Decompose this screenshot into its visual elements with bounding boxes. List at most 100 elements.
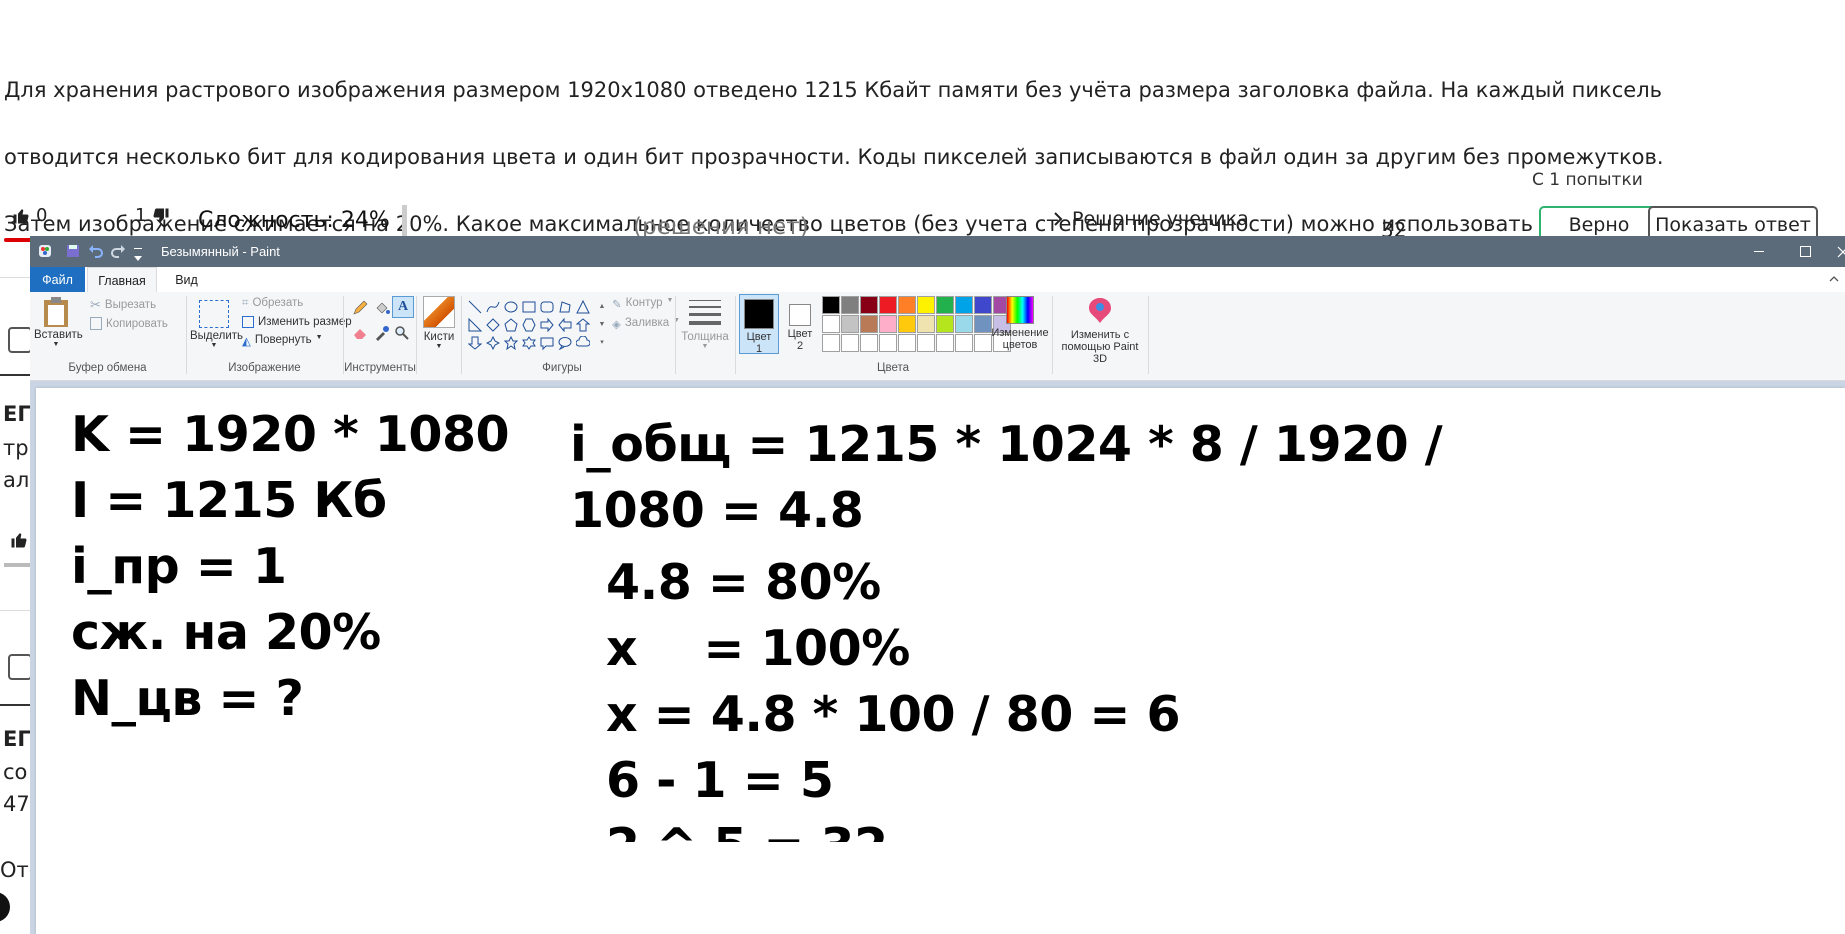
shapes-gallery[interactable]	[466, 298, 596, 354]
paste-button[interactable]: Вставить ▼	[34, 294, 83, 356]
star-five-shape-icon[interactable]	[502, 334, 520, 352]
dislike-button[interactable]: 1	[135, 205, 170, 226]
fill-icon: ◈	[612, 319, 621, 331]
copy-button[interactable]: Копировать	[90, 317, 168, 330]
solution-line-7: 2 ^ 5 = 32	[606, 818, 888, 842]
resize-button[interactable]: Изменить размер	[242, 316, 352, 328]
callout-cloud-shape-icon[interactable]	[574, 334, 592, 352]
palette-swatch[interactable]	[898, 334, 916, 352]
palette-swatch[interactable]	[860, 334, 878, 352]
arrow-up-shape-icon[interactable]	[574, 316, 592, 334]
redo-icon[interactable]	[110, 243, 126, 262]
tab-view[interactable]: Вид	[164, 267, 209, 292]
rotate-button[interactable]: ◭ Повернуть ▼	[242, 334, 323, 348]
eyedropper-icon	[376, 326, 389, 341]
arrow-left-shape-icon[interactable]	[556, 316, 574, 334]
close-button[interactable]	[1828, 236, 1845, 267]
bg-text-co: со	[3, 760, 28, 784]
curve-shape-icon[interactable]	[484, 298, 502, 316]
triangle-shape-icon[interactable]	[574, 298, 592, 316]
text-icon: A	[397, 299, 409, 314]
eraser-tool[interactable]	[352, 326, 368, 343]
palette-swatch[interactable]	[936, 296, 954, 314]
outline-button[interactable]: ✎ Контур ▼	[612, 297, 673, 311]
star-four-shape-icon[interactable]	[484, 334, 502, 352]
palette-swatch[interactable]	[917, 296, 935, 314]
palette-swatch[interactable]	[955, 296, 973, 314]
palette-swatch[interactable]	[860, 315, 878, 333]
minimize-button[interactable]	[1736, 236, 1782, 267]
magnifier-tool[interactable]	[394, 325, 410, 344]
shapes-scroll[interactable]: ▲ ▼ ▾	[597, 298, 607, 354]
copy-icon	[90, 317, 102, 330]
ribbon-collapse-icon[interactable]	[1828, 273, 1840, 287]
rotate-label: Повернуть	[254, 334, 312, 346]
callout-rect-shape-icon[interactable]	[538, 334, 556, 352]
oval-shape-icon[interactable]	[502, 298, 520, 316]
palette-swatch[interactable]	[936, 315, 954, 333]
brushes-button[interactable]: Кисти ▼	[420, 296, 458, 350]
drawing-canvas[interactable]: K = 1920 * 1080 I = 1215 Кб i_пр = 1 сж.…	[36, 388, 1845, 934]
text-tool[interactable]: A	[392, 296, 414, 318]
arrow-down-shape-icon[interactable]	[466, 334, 484, 352]
rounded-rectangle-shape-icon[interactable]	[538, 298, 556, 316]
crop-label: Обрезать	[252, 297, 304, 309]
bg-checkbox-2[interactable]	[8, 654, 30, 680]
palette-swatch[interactable]	[841, 334, 859, 352]
edit-colors-button[interactable]: Изменение цветов	[988, 296, 1052, 351]
palette-swatch[interactable]	[841, 315, 859, 333]
given-i: I = 1215 Кб	[71, 472, 387, 529]
brush-icon	[423, 296, 455, 328]
select-button[interactable]: Выделить ▼	[190, 296, 243, 349]
color1-button[interactable]: Цвет 1	[739, 294, 779, 355]
line-shape-icon[interactable]	[466, 298, 484, 316]
thickness-button[interactable]: Толщина ▼	[680, 296, 730, 350]
palette-swatch[interactable]	[841, 296, 859, 314]
bg-round-button[interactable]	[0, 892, 10, 922]
palette-swatch[interactable]	[860, 296, 878, 314]
fill-button[interactable]: ◈ Заливка ▼	[612, 317, 680, 331]
star-six-shape-icon[interactable]	[520, 334, 538, 352]
right-triangle-shape-icon[interactable]	[466, 316, 484, 334]
hexagon-shape-icon[interactable]	[520, 316, 538, 334]
callout-oval-shape-icon[interactable]	[556, 334, 574, 352]
paint3d-button[interactable]: Изменить с помощью Paint 3D	[1054, 296, 1146, 365]
student-solution-toggle[interactable]: Решение ученика	[1052, 208, 1249, 230]
color2-button[interactable]: Цвет 2	[782, 294, 818, 354]
quick-access-dropdown-icon[interactable]	[134, 248, 142, 261]
copy-label: Копировать	[106, 317, 168, 330]
cut-button[interactable]: ✂ Вырезать	[90, 297, 156, 313]
color-picker-tool[interactable]	[374, 325, 390, 344]
palette-swatch[interactable]	[917, 334, 935, 352]
palette-swatch[interactable]	[898, 296, 916, 314]
palette-swatch[interactable]	[822, 315, 840, 333]
polygon-shape-icon[interactable]	[556, 298, 574, 316]
maximize-button[interactable]	[1782, 236, 1828, 267]
save-icon[interactable]	[66, 244, 80, 261]
pentagon-shape-icon[interactable]	[502, 316, 520, 334]
palette-swatch[interactable]	[879, 315, 897, 333]
bg-checkbox-1[interactable]	[8, 327, 30, 353]
palette-swatch[interactable]	[879, 296, 897, 314]
palette-swatch[interactable]	[879, 334, 897, 352]
diamond-shape-icon[interactable]	[484, 316, 502, 334]
tab-file[interactable]: Файл	[30, 267, 85, 292]
tools-group-label: Инструменты	[344, 362, 416, 374]
crop-button[interactable]: ⌗ Обрезать	[242, 297, 303, 310]
tab-home[interactable]: Главная	[87, 267, 157, 293]
rectangle-shape-icon[interactable]	[520, 298, 538, 316]
select-dropdown-icon: ▼	[210, 342, 218, 349]
fill-tool[interactable]	[374, 300, 390, 319]
paint-titlebar: Безымянный - Paint	[30, 236, 1845, 267]
like-button[interactable]: 0	[12, 205, 47, 226]
palette-swatch[interactable]	[917, 315, 935, 333]
palette-swatch[interactable]	[822, 334, 840, 352]
pencil-tool[interactable]	[352, 300, 368, 319]
arrow-right-shape-icon[interactable]	[538, 316, 556, 334]
palette-swatch[interactable]	[955, 334, 973, 352]
palette-swatch[interactable]	[822, 296, 840, 314]
palette-swatch[interactable]	[955, 315, 973, 333]
palette-swatch[interactable]	[898, 315, 916, 333]
palette-swatch[interactable]	[936, 334, 954, 352]
undo-icon[interactable]	[88, 243, 104, 262]
